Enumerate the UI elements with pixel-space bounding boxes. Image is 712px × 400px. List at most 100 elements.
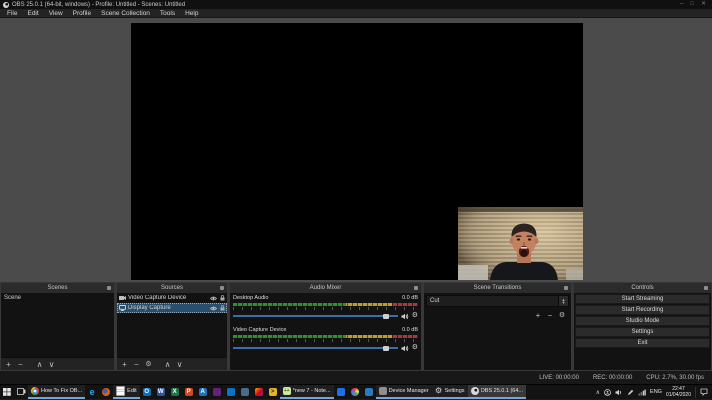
remove-scene-button[interactable]: − xyxy=(16,359,25,370)
tray-pen-icon[interactable] xyxy=(627,389,634,396)
taskbar-app-button-2[interactable] xyxy=(252,385,266,399)
transition-spinner[interactable]: ▲ ▼ xyxy=(558,296,568,306)
studio-mode-button[interactable]: Studio Mode xyxy=(575,316,710,326)
menu-help[interactable]: Help xyxy=(180,9,203,18)
outlook-icon: O xyxy=(143,388,151,396)
taskbar-settings-task[interactable]: ⚙ Settings xyxy=(432,385,468,399)
start-recording-button[interactable]: Start Recording xyxy=(575,305,710,315)
lock-icon[interactable] xyxy=(220,295,225,301)
add-transition-button[interactable]: + xyxy=(534,310,542,321)
taskbar-powerpoint-button[interactable]: P xyxy=(182,385,196,399)
menu-edit[interactable]: Edit xyxy=(22,9,43,18)
preview-canvas[interactable] xyxy=(131,23,583,280)
taskbar-chrome-task[interactable]: How To Fix OB... xyxy=(28,385,85,399)
menu-view[interactable]: View xyxy=(44,9,68,18)
device-manager-icon xyxy=(379,387,387,395)
source-up-button[interactable]: ∧ xyxy=(163,359,172,370)
system-tray: ∧ ENG 22:47 01/04/2020 xyxy=(592,385,712,399)
menu-file[interactable]: File xyxy=(2,9,22,18)
sources-header[interactable]: Sources xyxy=(117,283,227,293)
taskbar-word-button[interactable]: W xyxy=(154,385,168,399)
source-row-display-capture[interactable]: Display Capture xyxy=(117,303,227,313)
menu-scene-collection[interactable]: Scene Collection xyxy=(96,9,155,18)
scene-up-button[interactable]: ∧ xyxy=(35,359,44,370)
source-properties-gear-icon[interactable]: ⚙ xyxy=(144,359,153,370)
taskbar-app-button-1[interactable] xyxy=(238,385,252,399)
action-center-icon[interactable] xyxy=(700,388,708,396)
live-time-status: LIVE: 00:00:00 xyxy=(539,375,579,381)
scene-down-button[interactable]: ∨ xyxy=(47,359,56,370)
taskbar-color-wheel-button[interactable] xyxy=(348,385,362,399)
slider-handle[interactable] xyxy=(383,346,389,351)
scenes-header[interactable]: Scenes xyxy=(1,283,114,293)
taskbar-device-manager-task[interactable]: Device Manager xyxy=(376,385,432,399)
excel-icon: X xyxy=(171,388,179,396)
remove-transition-button[interactable]: − xyxy=(546,310,554,321)
close-button[interactable]: ✕ xyxy=(701,0,706,9)
scenes-list[interactable]: Scene xyxy=(1,293,114,357)
speaker-mute-icon[interactable] xyxy=(401,345,409,352)
channel-settings-gear-icon[interactable]: ⚙ xyxy=(412,344,418,352)
channel-settings-gear-icon[interactable]: ⚙ xyxy=(412,312,418,320)
visibility-eye-icon[interactable] xyxy=(210,306,217,311)
pin-icon[interactable] xyxy=(564,286,568,290)
menu-tools[interactable]: Tools xyxy=(155,9,180,18)
pin-icon[interactable] xyxy=(220,286,224,290)
pin-icon[interactable] xyxy=(107,286,111,290)
taskbar-notepad-task[interactable]: Edit xyxy=(113,385,139,399)
slider-handle[interactable] xyxy=(383,314,389,319)
window-controls: – □ ✕ xyxy=(680,0,709,9)
taskbar-terminal-button[interactable]: > xyxy=(266,385,280,399)
task-view-button[interactable] xyxy=(14,385,28,399)
pin-icon[interactable] xyxy=(704,286,708,290)
taskbar-excel-button[interactable]: X xyxy=(168,385,182,399)
controls-panel: Controls Start Streaming Start Recording… xyxy=(574,283,711,370)
spinner-down-icon[interactable]: ▼ xyxy=(562,301,566,305)
controls-header[interactable]: Controls xyxy=(574,283,711,293)
taskbar-notepadpp-task[interactable]: ++ *new 7 - Note... xyxy=(280,385,334,399)
taskbar-edge-button[interactable]: e xyxy=(85,385,99,399)
minimize-button[interactable]: – xyxy=(680,0,683,9)
taskbar-firefox-button[interactable] xyxy=(99,385,113,399)
taskbar-vscode-button[interactable] xyxy=(224,385,238,399)
maximize-button[interactable]: □ xyxy=(690,0,694,9)
add-source-button[interactable]: + xyxy=(120,359,129,370)
visibility-eye-icon[interactable] xyxy=(210,296,217,301)
volume-slider[interactable] xyxy=(233,313,398,319)
tray-hidden-icons-chevron[interactable]: ∧ xyxy=(596,389,600,396)
start-button[interactable] xyxy=(0,385,14,399)
tray-speaker-icon[interactable] xyxy=(615,389,623,396)
pin-icon[interactable] xyxy=(414,286,418,290)
exit-button[interactable]: Exit xyxy=(575,338,710,348)
tray-user-icon[interactable] xyxy=(604,389,611,396)
taskbar-visual-studio-button[interactable] xyxy=(210,385,224,399)
taskbar-3d-builder-button[interactable] xyxy=(334,385,348,399)
settings-task-label: Settings xyxy=(445,388,465,394)
taskbar-azure-button[interactable]: A xyxy=(196,385,210,399)
audio-mixer-header[interactable]: Audio Mixer xyxy=(230,283,421,293)
remove-source-button[interactable]: − xyxy=(132,359,141,370)
word-icon: W xyxy=(157,388,165,396)
channel-level: 0.0 dB xyxy=(402,327,418,334)
tray-network-icon[interactable] xyxy=(638,389,646,396)
speaker-mute-icon[interactable] xyxy=(401,313,409,320)
source-down-button[interactable]: ∨ xyxy=(175,359,184,370)
start-streaming-button[interactable]: Start Streaming xyxy=(575,294,710,304)
tray-clock[interactable]: 22:47 01/04/2020 xyxy=(666,386,691,398)
lock-icon[interactable] xyxy=(220,305,225,311)
transition-properties-gear-icon[interactable]: ⚙ xyxy=(558,310,566,321)
volume-slider[interactable] xyxy=(233,345,398,351)
source-row-video-capture[interactable]: Video Capture Device xyxy=(117,293,227,303)
taskbar-display-app-button[interactable] xyxy=(362,385,376,399)
menu-profile[interactable]: Profile xyxy=(68,9,96,18)
scene-transitions-header[interactable]: Scene Transitions xyxy=(424,283,571,293)
taskbar-obs-task[interactable]: OBS 25.0.1 (64... xyxy=(468,385,527,399)
transition-dropdown[interactable]: Cut ▲ ▼ xyxy=(426,295,569,307)
sources-list[interactable]: Video Capture Device Display Capture xyxy=(117,293,227,357)
scene-list-item[interactable]: Scene xyxy=(1,293,114,303)
window-title: OBS 25.0.1 (64-bit, windows) - Profile: … xyxy=(12,2,185,8)
taskbar-outlook-button[interactable]: O xyxy=(140,385,154,399)
tray-language-indicator[interactable]: ENG xyxy=(650,389,662,395)
settings-button[interactable]: Settings xyxy=(575,327,710,337)
add-scene-button[interactable]: + xyxy=(4,359,13,370)
